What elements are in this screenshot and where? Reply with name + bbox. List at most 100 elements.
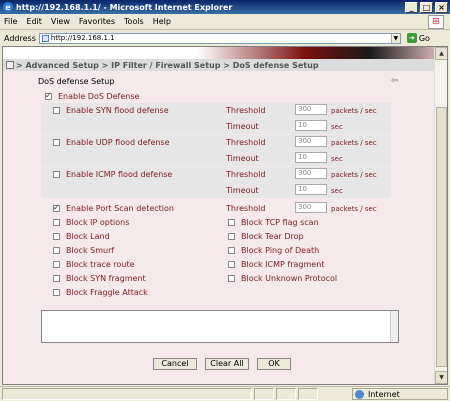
udp-threshold-input[interactable]: 300 xyxy=(295,136,327,147)
go-arrow-icon: ➔ xyxy=(406,33,417,43)
windows-logo-icon: ⊞ xyxy=(428,15,444,29)
udp-timeout-input[interactable]: 10 xyxy=(295,152,327,163)
window-title: http://192.168.1.1/ - Microsoft Internet… xyxy=(16,2,233,12)
close-button[interactable]: × xyxy=(435,1,448,13)
status-text-pane xyxy=(2,388,252,400)
block-land-label: Block Land xyxy=(66,232,110,241)
menu-tools[interactable]: Tools xyxy=(124,17,144,26)
router-banner xyxy=(3,47,435,59)
address-label: Address xyxy=(4,33,36,43)
block-ping-of-death-label: Block Ping of Death xyxy=(241,246,320,255)
menu-bar: File Edit View Favorites Tools Help ⊞ xyxy=(0,14,450,30)
udp-timeout-label: Timeout xyxy=(226,154,259,163)
home-icon[interactable] xyxy=(6,61,14,69)
ie-icon: e xyxy=(3,2,13,12)
vertical-scrollbar[interactable]: ▲ ▼ xyxy=(434,47,447,384)
syn-timeout-unit: sec xyxy=(331,123,343,131)
block-ping-of-death-checkbox[interactable] xyxy=(228,247,235,254)
maximize-button[interactable]: □ xyxy=(420,1,433,13)
browser-viewport: > Advanced Setup > IP Filter / Firewall … xyxy=(2,46,448,385)
zone-label: Internet xyxy=(368,389,400,399)
udp-threshold-unit: packets / sec xyxy=(331,139,377,147)
icmp-threshold-label: Threshold xyxy=(226,170,266,179)
ok-button[interactable]: OK xyxy=(257,358,291,370)
block-ip-options-label: Block IP options xyxy=(66,218,130,227)
syn-threshold-input[interactable]: 300 xyxy=(295,104,327,115)
block-trace-route-label: Block trace route xyxy=(66,260,135,269)
menu-view[interactable]: View xyxy=(51,17,70,26)
log-textarea[interactable] xyxy=(41,310,399,343)
port-scan-checkbox[interactable] xyxy=(53,203,60,212)
port-scan-threshold-unit: packets / sec xyxy=(331,205,377,213)
udp-timeout-unit: sec xyxy=(331,155,343,163)
icmp-label: Enable ICMP flood defense xyxy=(66,170,173,179)
block-land-checkbox[interactable] xyxy=(53,233,60,240)
block-tcp-flag-scan-row: Block TCP flag scan xyxy=(228,218,319,227)
menu-help[interactable]: Help xyxy=(153,17,171,26)
status-bar: Internet xyxy=(0,386,450,401)
clear-all-button[interactable]: Clear All xyxy=(205,358,249,370)
block-fraggle-attack-row: Block Fraggle Attack xyxy=(53,288,148,297)
syn-timeout-label: Timeout xyxy=(226,122,259,131)
scroll-down-icon[interactable]: ▼ xyxy=(435,371,447,384)
block-unknown-protocol-row: Block Unknown Protocol xyxy=(228,274,337,283)
port-scan-row: Enable Port Scan detection xyxy=(53,203,174,213)
syn-threshold-label: Threshold xyxy=(226,106,266,115)
block-trace-route-checkbox[interactable] xyxy=(53,261,60,268)
block-syn-fragment-label: Block SYN fragment xyxy=(66,274,146,283)
block-syn-fragment-row: Block SYN fragment xyxy=(53,274,146,283)
security-zone: Internet xyxy=(352,388,448,400)
block-ip-options-checkbox[interactable] xyxy=(53,219,60,226)
syn-label: Enable SYN flood defense xyxy=(66,106,169,115)
syn-checkbox[interactable] xyxy=(53,107,60,114)
block-fraggle-attack-label: Block Fraggle Attack xyxy=(66,288,148,297)
block-unknown-protocol-checkbox[interactable] xyxy=(228,275,235,282)
block-syn-fragment-checkbox[interactable] xyxy=(53,275,60,282)
port-scan-threshold-label: Threshold xyxy=(226,204,266,213)
block-ping-of-death-row: Block Ping of Death xyxy=(228,246,319,255)
port-scan-threshold-input[interactable]: 300 xyxy=(295,202,327,213)
udp-row: Enable UDP flood defense xyxy=(53,138,170,147)
address-url: http://192.168.1.1 xyxy=(50,34,115,42)
page-icon xyxy=(41,34,49,42)
go-button[interactable]: ➔ Go xyxy=(406,33,430,43)
menu-edit[interactable]: Edit xyxy=(26,17,42,26)
block-tear-drop-label: Block Tear Drop xyxy=(241,232,304,241)
page-title: DoS defense Setup xyxy=(38,77,115,86)
icmp-checkbox[interactable] xyxy=(53,171,60,178)
scroll-up-icon[interactable]: ▲ xyxy=(435,47,447,60)
block-tear-drop-checkbox[interactable] xyxy=(228,233,235,240)
go-label: Go xyxy=(418,33,430,43)
back-arrow-icon[interactable]: ⇦ xyxy=(391,76,399,86)
dos-defense-panel: DoS defense Setup ⇦ Enable DoS Defense E… xyxy=(3,71,435,384)
cancel-button[interactable]: Cancel xyxy=(153,358,197,370)
status-pane xyxy=(298,388,318,400)
menu-favorites[interactable]: Favorites xyxy=(79,17,115,26)
syn-timeout-input[interactable]: 10 xyxy=(295,120,327,131)
address-bar: Address http://192.168.1.1 ▼ ➔ Go xyxy=(0,31,450,45)
address-dropdown-icon[interactable]: ▼ xyxy=(390,33,400,43)
block-ip-options-row: Block IP options xyxy=(53,218,129,227)
syn-row: Enable SYN flood defense xyxy=(53,106,169,115)
minimize-button[interactable]: _ xyxy=(405,1,418,13)
udp-checkbox[interactable] xyxy=(53,139,60,146)
status-pane xyxy=(276,388,296,400)
breadcrumb: > Advanced Setup > IP Filter / Firewall … xyxy=(3,59,435,71)
title-bar: e http://192.168.1.1/ - Microsoft Intern… xyxy=(0,0,450,14)
udp-threshold-label: Threshold xyxy=(226,138,266,147)
textarea-scrollbar[interactable] xyxy=(390,311,398,342)
block-icmp-fragment-checkbox[interactable] xyxy=(228,261,235,268)
icmp-timeout-unit: sec xyxy=(331,187,343,195)
block-icmp-fragment-label: Block ICMP fragment xyxy=(241,260,325,269)
icmp-threshold-input[interactable]: 300 xyxy=(295,168,327,179)
enable-dos-checkbox[interactable] xyxy=(45,91,52,100)
scroll-thumb[interactable] xyxy=(436,107,447,367)
block-tcp-flag-scan-checkbox[interactable] xyxy=(228,219,235,226)
menu-file[interactable]: File xyxy=(4,17,17,26)
address-input[interactable]: http://192.168.1.1 ▼ xyxy=(38,32,401,44)
block-smurf-checkbox[interactable] xyxy=(53,247,60,254)
block-fraggle-attack-checkbox[interactable] xyxy=(53,289,60,296)
block-smurf-label: Block Smurf xyxy=(66,246,115,255)
icmp-timeout-input[interactable]: 10 xyxy=(295,184,327,195)
block-tear-drop-row: Block Tear Drop xyxy=(228,232,304,241)
